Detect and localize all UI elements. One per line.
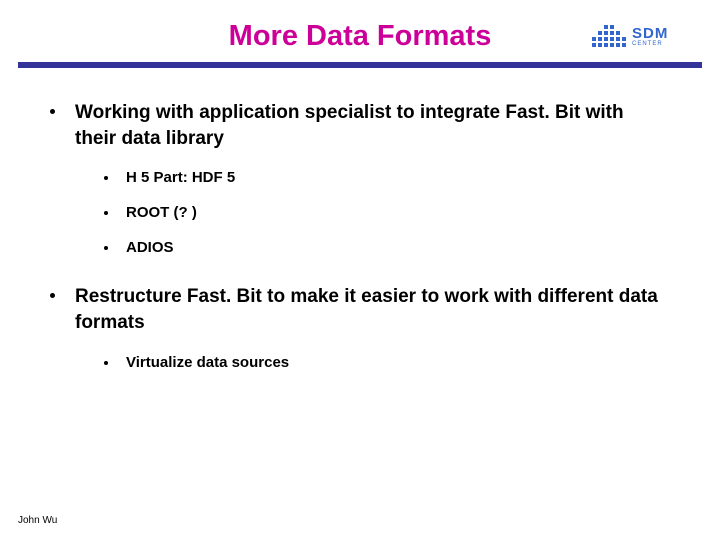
logo-main: SDM [632,26,668,41]
sdm-logo: SDM CENTER [592,20,702,52]
logo-dots-icon [592,25,626,47]
bullet-icon [104,211,108,215]
bullet-icon [50,109,55,114]
bullet-list: Working with application specialist to i… [50,100,670,371]
sub-list: Virtualize data sources [104,354,670,371]
list-item: ROOT (? ) [104,204,670,221]
footer-author: John Wu [18,515,57,526]
bullet-text: Restructure Fast. Bit to make it easier … [75,284,670,335]
slide: More Data Formats SDM CENTER Working wit… [0,0,720,540]
list-item: Virtualize data sources [104,354,670,371]
list-item: Working with application specialist to i… [50,100,670,256]
bullet-icon [104,361,108,365]
logo-sub: CENTER [632,41,668,47]
list-item: Restructure Fast. Bit to make it easier … [50,284,670,370]
bullet-icon [104,176,108,180]
bullet-icon [104,246,108,250]
content-area: Working with application specialist to i… [50,100,670,399]
list-item: ADIOS [104,239,670,256]
title-underline [18,62,702,68]
sub-bullet-text: Virtualize data sources [126,354,289,371]
sub-bullet-text: H 5 Part: HDF 5 [126,169,235,186]
bullet-text: Working with application specialist to i… [75,100,670,151]
sub-bullet-text: ROOT (? ) [126,204,197,221]
list-item: H 5 Part: HDF 5 [104,169,670,186]
logo-text: SDM CENTER [632,26,668,47]
sub-list: H 5 Part: HDF 5 ROOT (? ) ADIOS [104,169,670,256]
bullet-icon [50,293,55,298]
sub-bullet-text: ADIOS [126,239,174,256]
